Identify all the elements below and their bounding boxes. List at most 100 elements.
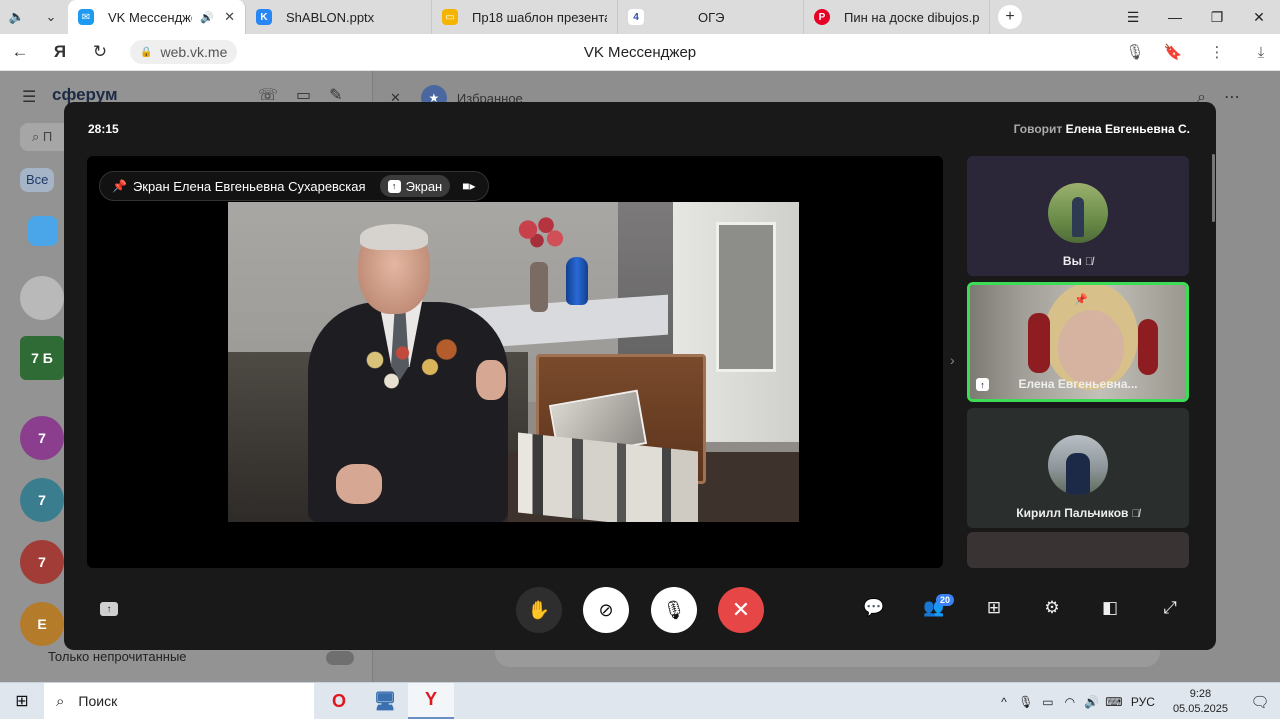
chat-icon[interactable]: 💬 [862,598,886,618]
chat-avatar[interactable] [28,216,58,246]
bookmark-icon[interactable]: 🔖 [1154,43,1192,61]
participants-scrollbar[interactable] [1212,154,1215,222]
window-controls: ☰ — ❐ ✕ [1112,0,1280,34]
end-call-button[interactable]: ✕ [718,587,764,633]
stage-title: Экран Елена Евгеньевна Сухаревская [132,178,366,194]
browser-menu-icon[interactable]: ☰ [1112,9,1154,26]
notifications-icon[interactable]: 🗨 [1240,693,1280,711]
browser-tab-shablon[interactable]: K ShABLON.pptx [246,0,432,34]
pin-icon[interactable]: 📌 [1074,293,1088,306]
chat-avatar[interactable]: 7 [20,540,64,584]
mic-off-icon: 🎙̸ [1131,508,1140,520]
mic-toggle-button[interactable]: 🎙 [651,587,697,633]
taskbar-search-input[interactable]: ⌕ Поиск [44,682,314,719]
tab-title: Пин на доске dibujos.para [844,9,979,25]
address-bar: ← Я ↻ 🔒 web.vk.me VK Мессенджер 🎙 🔖 ⋮ ⤓ [0,34,1280,71]
system-tray: ^ 🎙 ▭ ◠ 🔊 ⌨ РУС 9:28 05.05.2025 🗨 [993,683,1280,719]
participants-count-badge: 20 [936,594,955,606]
tab-title: Пр18 шаблон презентаци [472,9,607,25]
chat-avatar[interactable]: Е [20,602,64,646]
restore-icon[interactable]: ❐ [1196,9,1238,26]
windows-start-icon[interactable]: ⊞ [0,691,44,711]
url-text: web.vk.me [160,44,228,60]
address-bar-actions: 🎙 🔖 ⋮ ⤓ [1116,43,1280,62]
windows-taskbar: ⊞ ⌕ Поиск O 🖥 Y ^ 🎙 ▭ ◠ 🔊 ⌨ РУС 9:28 05.… [0,682,1280,719]
picture-in-picture-icon[interactable]: ◧ [1098,598,1122,618]
unread-only-toggle[interactable] [326,651,354,665]
grid-view-icon[interactable]: ⊞ [982,598,1006,618]
screen-share-stage[interactable]: 📌 Экран Елена Евгеньевна Сухаревская ↑ Э… [87,156,943,568]
screen-toggle-button[interactable]: ↑ Экран [379,175,451,197]
camera-toggle-button[interactable]: ⊘ [583,587,629,633]
share-screen-button[interactable]: ↑ [100,602,118,616]
tab-list-chevron-icon[interactable]: ⌄ [34,0,68,34]
avatar [1048,183,1108,243]
tab-close-icon[interactable]: ✕ [224,9,235,25]
opera-icon[interactable]: O [316,683,362,719]
wifi-icon[interactable]: ◠ [1059,695,1081,709]
chat-avatar[interactable] [20,276,64,320]
keyboard-icon[interactable]: ⌨ [1103,695,1125,709]
close-icon: ✕ [731,597,751,622]
participant-name: Елена Евгеньевна... [1018,377,1138,391]
mic-off-icon: 🎙̸ [1084,256,1094,268]
slides-icon: ▭ [442,9,458,25]
participant-tile-partial[interactable] [967,532,1189,568]
browser-tab-pinterest[interactable]: P Пин на доске dibujos.para [804,0,990,34]
tab-title: ShABLON.pptx [286,9,375,25]
new-tab-button[interactable]: + [998,5,1022,29]
yandex-icon[interactable]: Я [40,42,80,62]
url-field[interactable]: 🔒 web.vk.me [130,40,238,64]
participant-tile-elena[interactable]: 📌 ↑ Елена Евгеньевна... [967,282,1189,402]
oge-icon: 4 [628,9,644,25]
tab-audio-icon[interactable]: 🔈 [0,0,34,34]
vk-messenger-icon: ✉ [78,9,94,25]
lock-icon: 🔒 [140,46,153,58]
microphone-icon[interactable]: 🎙 [1116,43,1154,61]
tab-title: VK Мессенджер [108,9,192,25]
chevron-right-icon[interactable]: › [950,352,955,368]
chevron-up-icon[interactable]: ^ [993,695,1015,709]
search-icon: ⌕ [32,129,43,144]
filter-chip-all[interactable]: Все [20,168,55,192]
battery-icon[interactable]: ▭ [1037,695,1059,709]
browser-tab-presentation[interactable]: ▭ Пр18 шаблон презентаци [432,0,618,34]
back-icon[interactable]: ← [0,42,40,62]
tab-strip: 🔈 ⌄ ✉ VK Мессенджер 🔊 ✕ K ShABLON.pptx ▭… [0,0,1280,34]
more-icon[interactable]: ⋮ [1192,43,1242,61]
hamburger-icon[interactable]: ☰ [22,87,36,107]
minimize-icon[interactable]: — [1154,9,1196,25]
chat-avatar[interactable]: 7 Б [20,336,64,380]
clock[interactable]: 9:28 05.05.2025 [1173,687,1228,717]
browser-tab-vk-messenger[interactable]: ✉ VK Мессенджер 🔊 ✕ [68,0,246,34]
yandex-browser-icon[interactable]: Y [408,682,454,719]
tab-sound-icon[interactable]: 🔊 [200,11,214,24]
language-indicator[interactable]: РУС [1131,695,1155,709]
speaking-name: Елена Евгеньевна С. [1065,122,1190,136]
camera-off-icon: ⊘ [598,599,614,620]
tab-title: ОГЭ [698,9,725,25]
mic-off-icon: 🎙 [662,599,686,620]
computer-icon[interactable]: 🖥 [362,683,408,719]
pin-icon[interactable]: 📌 [112,179,127,193]
stage-label: 📌 Экран Елена Евгеньевна Сухаревская ↑ Э… [99,171,489,201]
chat-avatar[interactable]: 7 [20,478,64,522]
participant-tile-kirill[interactable]: Кирилл Пальчиков 🎙̸ [967,408,1189,528]
settings-gear-icon[interactable]: ⚙ [1040,598,1064,618]
volume-icon[interactable]: 🔊 [1081,695,1103,709]
participant-name: Вы [1062,254,1082,268]
reload-icon[interactable]: ↻ [80,42,120,62]
download-icon[interactable]: ⤓ [1242,44,1280,61]
close-window-icon[interactable]: ✕ [1238,9,1280,26]
search-icon: ⌕ [56,692,65,710]
chat-avatar[interactable]: 7 [20,416,64,460]
pinterest-icon: P [814,9,830,25]
raise-hand-button[interactable]: ✋ [516,587,562,633]
microphone-icon[interactable]: 🎙 [1015,695,1037,709]
unread-only-label: Только непрочитанные [48,649,187,664]
participant-tile-you[interactable]: Вы 🎙̸ [967,156,1189,276]
fullscreen-icon[interactable]: ⤢ [1158,598,1182,618]
camera-icon[interactable]: ■▸ [462,179,475,193]
avatar [1048,435,1108,495]
browser-tab-oge[interactable]: 4 ОГЭ [618,0,804,34]
